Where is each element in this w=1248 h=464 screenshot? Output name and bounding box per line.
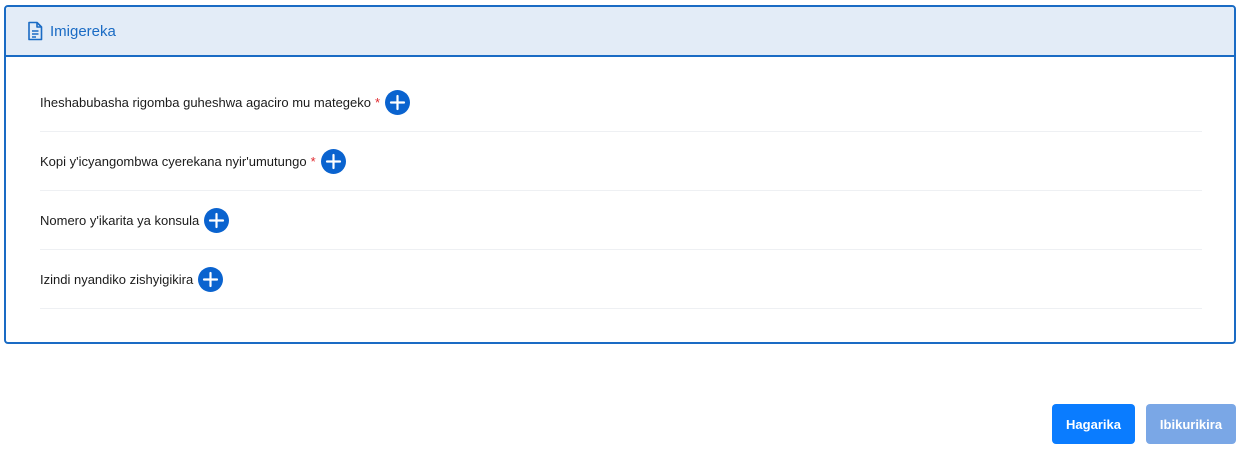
plus-circle-icon xyxy=(209,212,225,228)
add-attachment-button[interactable] xyxy=(385,89,411,115)
attachment-list: Iheshabubasha rigomba guheshwa agaciro m… xyxy=(40,73,1202,309)
attachment-row-legal-document: Iheshabubasha rigomba guheshwa agaciro m… xyxy=(40,73,1202,132)
document-icon xyxy=(26,21,44,41)
add-attachment-button[interactable] xyxy=(204,207,230,233)
next-button[interactable]: Ibikurikira xyxy=(1146,404,1236,444)
attachment-label: Kopi y'icyangombwa cyerekana nyir'umutun… xyxy=(40,153,307,169)
plus-circle-icon xyxy=(389,94,406,110)
cancel-button[interactable]: Hagarika xyxy=(1052,404,1135,444)
attachment-label: Nomero y'ikarita ya konsula xyxy=(40,212,200,228)
attachment-row-ownership-document: Kopi y'icyangombwa cyerekana nyir'umutun… xyxy=(40,132,1202,191)
attachment-row-consular-card: Nomero y'ikarita ya konsula xyxy=(40,191,1202,250)
plus-circle-icon xyxy=(203,271,219,287)
attachment-label: Izindi nyandiko zishyigikira xyxy=(40,271,194,287)
required-marker: * xyxy=(310,153,316,169)
add-attachment-button[interactable] xyxy=(198,266,224,292)
add-attachment-button[interactable] xyxy=(320,148,346,174)
plus-circle-icon xyxy=(325,153,341,169)
required-marker: * xyxy=(375,94,381,110)
panel-header: Imigereka xyxy=(6,7,1234,57)
attachment-row-supporting-documents: Izindi nyandiko zishyigikira xyxy=(40,250,1202,309)
panel-title: Imigereka xyxy=(50,22,116,40)
attachment-label: Iheshabubasha rigomba guheshwa agaciro m… xyxy=(40,94,371,110)
attachments-panel: Imigereka Iheshabubasha rigomba guheshwa… xyxy=(4,5,1236,344)
